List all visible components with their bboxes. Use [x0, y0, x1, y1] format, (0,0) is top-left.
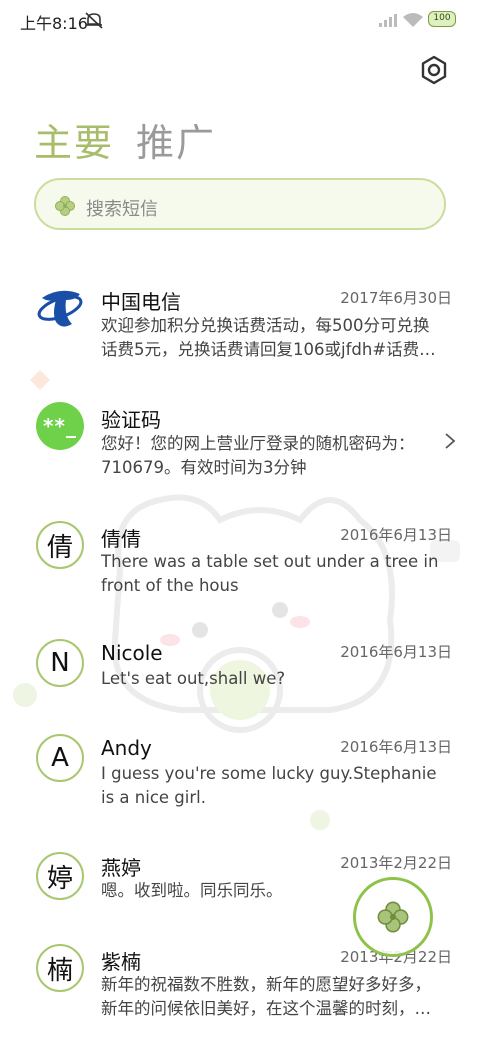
message-date: 2013年2月22日	[340, 854, 452, 872]
clover-icon	[377, 901, 409, 933]
contact-name: 中国电信	[101, 290, 181, 314]
avatar: N	[36, 639, 84, 687]
battery-icon: 100	[428, 11, 456, 27]
clover-icon	[55, 196, 75, 216]
message-preview: 欢迎参加积分兑换话费活动，每500分可兑换 话费5元，兑换话费请回复106或jf…	[101, 316, 436, 359]
signal-icon	[379, 14, 397, 27]
wifi-icon	[403, 13, 423, 27]
search-placeholder: 搜索短信	[86, 199, 158, 220]
message-date: 2016年6月13日	[340, 643, 452, 661]
conversation-item[interactable]: 倩 倩倩 2016年6月13日 There was a table set ou…	[0, 505, 480, 615]
message-date: 2016年6月13日	[340, 526, 452, 544]
gear-icon[interactable]	[418, 54, 450, 86]
status-bar: 上午8:16 100	[0, 0, 480, 42]
avatar: **_	[36, 402, 84, 450]
message-preview: 您好！您的网上营业厅登录的随机密码为： 710679。有效时间为3分钟	[101, 434, 415, 477]
contact-name: Nicole	[101, 641, 163, 665]
message-preview: I guess you're some lucky guy.Stephanie …	[101, 764, 437, 807]
message-date: 2017年6月30日	[340, 289, 452, 307]
conversation-item[interactable]: A Andy 2016年6月13日 I guess you're some lu…	[0, 720, 480, 830]
china-telecom-logo-icon	[37, 290, 83, 327]
mute-icon	[85, 12, 103, 29]
contact-name: Andy	[101, 736, 152, 760]
tab-main[interactable]: 主要	[34, 112, 114, 167]
conversation-item[interactable]: N Nicole 2016年6月13日 Let's eat out,shall …	[0, 625, 480, 715]
conversation-item[interactable]: 中国电信 2017年6月30日 欢迎参加积分兑换话费活动，每500分可兑换 话费…	[0, 270, 480, 380]
contact-name: 倩倩	[101, 527, 141, 551]
avatar: A	[36, 734, 84, 782]
compose-button[interactable]	[353, 877, 433, 957]
status-time: 上午8:16	[20, 14, 88, 33]
contact-name: 验证码	[101, 408, 161, 432]
tab-promotions[interactable]: 推广	[136, 112, 216, 167]
contact-name: 燕婷	[101, 856, 141, 880]
message-date: 2016年6月13日	[340, 738, 452, 756]
search-bar[interactable]: 搜索短信	[34, 178, 446, 230]
contact-name: 紫楠	[101, 950, 141, 974]
chevron-right-icon[interactable]	[444, 432, 456, 450]
conversation-item[interactable]: **_ 验证码 您好！您的网上营业厅登录的随机密码为： 710679。有效时间为…	[0, 380, 480, 500]
avatar: 楠	[36, 944, 84, 992]
avatar: 倩	[36, 521, 84, 569]
message-preview: Let's eat out,shall we?	[101, 669, 286, 688]
message-preview: There was a table set out under a tree i…	[101, 552, 439, 595]
avatar: 婷	[36, 852, 84, 900]
message-preview: 新年的祝福数不胜数，新年的愿望好多好多， 新年的问候依旧美好，在这个温馨的时刻，…	[101, 975, 431, 1018]
